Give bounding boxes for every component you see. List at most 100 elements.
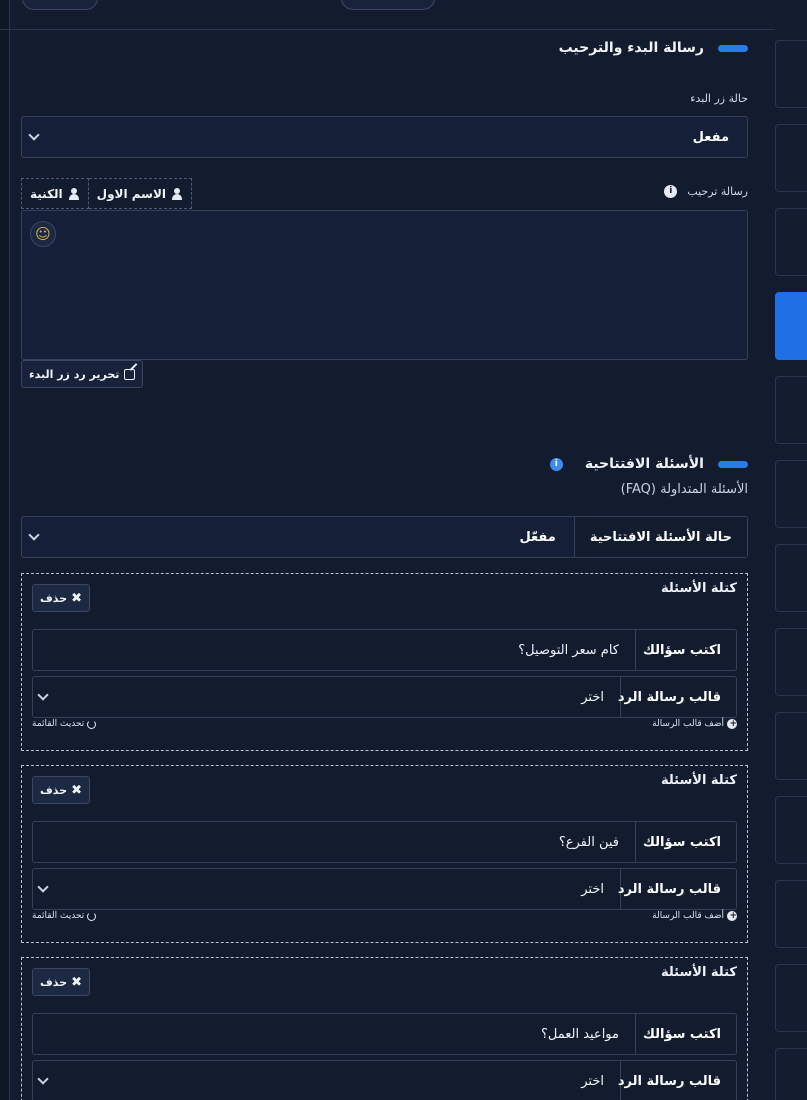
refresh-list-link[interactable]: تحديث القائمة [32,719,97,729]
template-select[interactable]: اختر [33,1061,620,1100]
chevron-down-icon [37,689,49,701]
variable-firstname-button[interactable]: الاسم الاول [88,178,193,209]
delete-label: حذف [40,975,68,989]
question-label: اكتب سؤالك [635,630,736,670]
info-icon[interactable]: i [549,457,563,471]
refresh-icon [87,719,97,729]
edit-start-reply-label: تحرير رد زر البدء [29,367,120,381]
faq-status-select[interactable]: حالة الأسئلة الافتتاحية مفعّل [21,516,748,558]
toolbar-button-left[interactable] [22,0,98,10]
add-template-link[interactable]: + أضف قالب الرسالة [652,719,737,729]
close-icon: ✖ [71,782,82,798]
question-block: كتلة الأسئلة ✖ حذف اكتب سؤالك مواعيد الع… [21,957,748,1100]
add-template-label: أضف قالب الرسالة [652,911,724,921]
welcome-message-textarea[interactable]: ☺ [21,210,748,360]
left-edge [0,0,10,1100]
question-value: كام سعر التوصيل؟ [518,642,619,658]
delete-label: حذف [40,591,68,605]
template-select-group: قالب رسالة الرد اختر [32,868,737,910]
chevron-down-icon [28,529,40,541]
side-tab-12[interactable] [775,964,807,1032]
chevron-down-icon [37,1073,49,1085]
variable-buttons: الكنية الاسم الاول [21,178,193,209]
side-tab-7[interactable] [775,544,807,612]
info-icon[interactable]: i [664,185,678,198]
faq-section-header: الأسئلة الافتتاحية i [549,456,748,472]
faq-subtitle: الأسئلة المتداولة (FAQ) [620,482,748,497]
welcome-message-label: رسالة ترحيب [687,185,748,198]
info-icon-wrap: i [664,185,678,198]
template-value: اختر [581,689,604,705]
side-tab-13[interactable] [775,1048,807,1100]
edit-start-reply-button[interactable]: تحرير رد زر البدء [21,360,144,388]
start-status-select[interactable]: مفعل [21,116,748,158]
question-value: فين الفرع؟ [558,834,619,850]
template-value: اختر [581,881,604,897]
template-value: اختر [581,1073,604,1089]
user-icon [171,187,183,200]
toolbar-button-center[interactable] [341,0,435,10]
question-block-title: كتلة الأسئلة [660,965,737,980]
refresh-icon [87,911,97,921]
side-tab-active[interactable] [775,292,807,360]
side-tab-11[interactable] [775,880,807,948]
faq-status-value: مفعّل [519,529,556,545]
question-input[interactable]: مواعيد العمل؟ [33,1014,635,1054]
add-template-label: أضف قالب الرسالة [652,719,724,729]
question-input[interactable]: فين الفرع؟ [33,822,635,862]
side-tab-10[interactable] [775,796,807,864]
add-template-link[interactable]: + أضف قالب الرسالة [652,911,737,921]
question-block-title: كتلة الأسئلة [660,773,737,788]
user-icon [68,187,80,200]
top-toolbar [0,0,775,30]
side-tab-8[interactable] [775,628,807,696]
template-label: قالب رسالة الرد [618,1061,736,1100]
delete-block-button[interactable]: ✖ حذف [32,968,90,996]
question-input-group: اكتب سؤالك فين الفرع؟ [32,821,737,863]
question-input[interactable]: كام سعر التوصيل؟ [33,630,635,670]
variable-nickname-button[interactable]: الكنية [21,178,89,209]
template-label: قالب رسالة الرد [618,677,736,717]
template-select-group: قالب رسالة الرد اختر [32,1060,737,1100]
side-tab-2[interactable] [775,124,807,192]
side-tab-6[interactable] [775,460,807,528]
variable-firstname-label: الاسم الاول [96,186,167,201]
block-links: + أضف قالب الرسالة تحديث القائمة [32,719,737,729]
template-select[interactable]: اختر [33,869,620,909]
section-accent-bar [718,44,748,52]
question-input-group: اكتب سؤالك مواعيد العمل؟ [32,1013,737,1055]
welcome-message-label-row: رسالة ترحيب i [664,185,748,198]
delete-label: حذف [40,783,68,797]
side-tab-3[interactable] [775,208,807,276]
delete-block-button[interactable]: ✖ حذف [32,584,90,612]
side-tab-9[interactable] [775,712,807,780]
side-tab-5[interactable] [775,376,807,444]
close-icon: ✖ [71,590,82,606]
delete-block-button[interactable]: ✖ حذف [32,776,90,804]
question-block: كتلة الأسئلة ✖ حذف اكتب سؤالك فين الفرع؟… [21,765,748,943]
refresh-list-label: تحديث القائمة [32,719,85,729]
variable-nickname-label: الكنية [30,186,63,201]
refresh-list-label: تحديث القائمة [32,911,85,921]
template-select-group: قالب رسالة الرد اختر [32,676,737,718]
question-block: كتلة الأسئلة ✖ حذف اكتب سؤالك كام سعر ال… [21,573,748,751]
question-input-group: اكتب سؤالك كام سعر التوصيل؟ [32,629,737,671]
template-select[interactable]: اختر [33,677,620,717]
refresh-list-link[interactable]: تحديث القائمة [32,911,97,921]
plus-circle-icon: + [727,911,737,921]
question-label: اكتب سؤالك [635,822,736,862]
side-tabs [775,0,807,1100]
side-tab-1[interactable] [775,40,807,108]
question-value: مواعيد العمل؟ [540,1026,619,1042]
chevron-down-icon [37,881,49,893]
plus-circle-icon: + [727,719,737,729]
chevron-down-icon [28,129,40,141]
block-links: + أضف قالب الرسالة تحديث القائمة [32,911,737,921]
faq-section-title: الأسئلة الافتتاحية [584,456,704,472]
start-status-value: مفعل [692,129,729,145]
template-label: قالب رسالة الرد [618,869,736,909]
question-block-title: كتلة الأسئلة [660,581,737,596]
section-accent-bar [718,460,748,468]
emoji-picker-icon[interactable]: ☺ [30,221,56,247]
start-status-label: حالة زر البدء [690,92,748,105]
